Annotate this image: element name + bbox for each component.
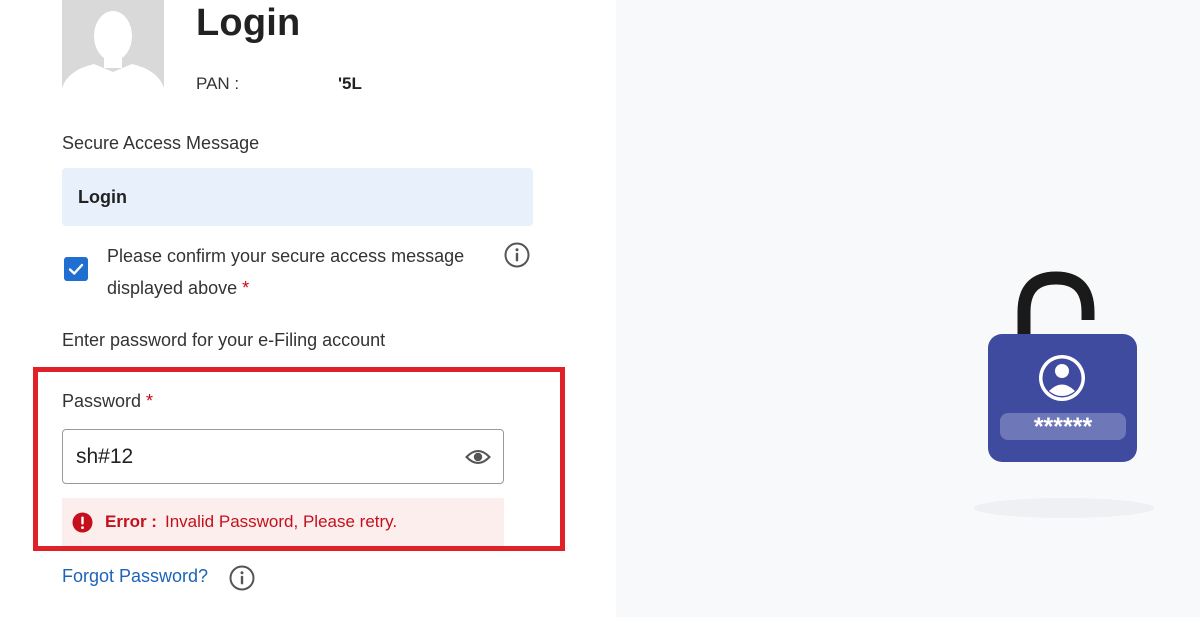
forgot-password-link[interactable]: Forgot Password? <box>62 566 208 587</box>
confirm-text: Please confirm your secure access messag… <box>107 246 465 298</box>
eye-icon[interactable] <box>465 446 491 473</box>
secure-access-label: Secure Access Message <box>62 133 260 153</box>
secure-access-message: Login <box>78 187 127 207</box>
user-silhouette-icon <box>62 0 164 98</box>
confirm-label: Please confirm your secure access messag… <box>107 240 492 304</box>
error-alert: Error : Invalid Password, Please retry. <box>62 498 504 546</box>
password-label: Password * <box>62 391 153 412</box>
unlocked-padlock-icon: ****** <box>970 268 1160 533</box>
confirm-checkbox[interactable] <box>64 257 88 281</box>
secure-access-message-box: Login <box>62 168 533 226</box>
password-input[interactable] <box>76 442 446 472</box>
error-label: Error : <box>105 512 157 531</box>
required-marker: * <box>146 391 154 411</box>
checkmark-icon <box>68 263 84 275</box>
pan-label: PAN : <box>196 74 240 93</box>
login-panel: Login PAN : '5L Secure Access Message Lo… <box>0 0 616 623</box>
pan-value: '5L <box>338 74 362 93</box>
error-message: Invalid Password, Please retry. <box>165 512 398 531</box>
password-field[interactable] <box>62 429 504 484</box>
info-icon[interactable] <box>229 565 255 596</box>
exclamation-circle-icon <box>72 512 93 538</box>
info-icon[interactable] <box>504 242 530 273</box>
password-intro: Enter password for your e-Filing account <box>62 330 386 350</box>
masked-password-text: ****** <box>1034 413 1093 441</box>
avatar <box>62 0 164 98</box>
password-label-text: Password <box>62 391 142 411</box>
required-marker: * <box>242 278 250 298</box>
page-title: Login <box>196 2 301 44</box>
